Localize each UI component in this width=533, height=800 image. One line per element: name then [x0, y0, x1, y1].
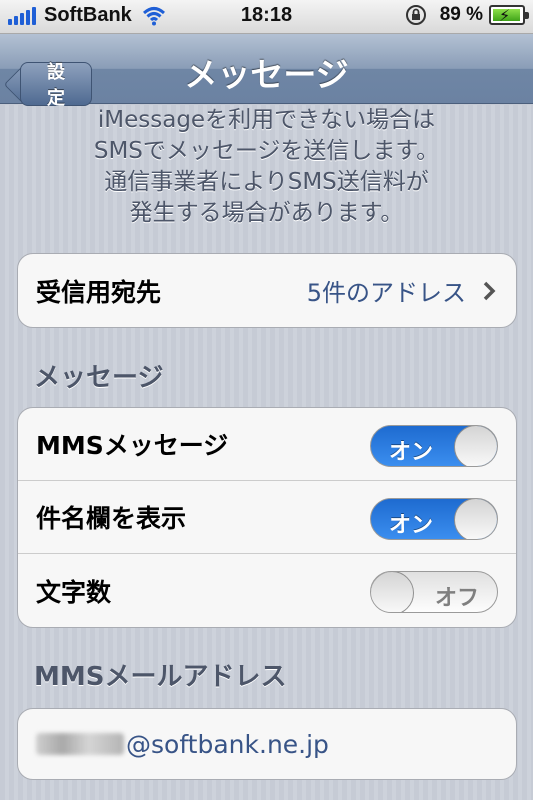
email-domain: @softbank.ne.jp [126, 729, 329, 759]
character-count-label: 文字数 [36, 577, 112, 607]
messages-group: MMSメッセージ オン 件名欄を表示 オン 文字数 オフ [17, 407, 517, 628]
character-count-toggle[interactable]: オフ [370, 571, 498, 613]
note-line: iMessageを利用できない場合は [97, 107, 436, 133]
note-line: 通信事業者によりSMS送信料が [104, 169, 429, 195]
status-bar: SoftBank 18:18 89 % ⚡ [0, 0, 533, 34]
toggle-text: オフ [434, 586, 479, 611]
settings-content[interactable]: iMessageを利用できない場合は SMSでメッセージを送信します。 通信事業… [0, 105, 533, 800]
chevron-right-icon [483, 281, 496, 300]
mms-email-group: @softbank.ne.jp [17, 708, 517, 780]
note-line: 発生する場合があります。 [129, 200, 404, 226]
receive-address-row[interactable]: 受信用宛先 5件のアドレス [18, 254, 516, 327]
mms-messages-label: MMSメッセージ [36, 431, 229, 460]
toggle-knob [454, 426, 497, 466]
toggle-knob [454, 499, 497, 539]
navigation-bar: 設定 メッセージ [0, 34, 533, 109]
mms-email-section-header: MMSメールアドレス [34, 662, 287, 692]
show-subject-row: 件名欄を表示 オン [18, 481, 516, 554]
receive-group: 受信用宛先 5件のアドレス [17, 253, 517, 328]
toggle-text: オン [389, 440, 434, 465]
toggle-text: オン [389, 513, 434, 538]
battery-percent: 89 % [439, 4, 483, 25]
show-subject-toggle[interactable]: オン [370, 498, 498, 540]
messages-section-header: メッセージ [34, 363, 164, 393]
sms-fallback-note: iMessageを利用できない場合は SMSでメッセージを送信します。 通信事業… [30, 105, 503, 229]
redacted-email-user [36, 733, 124, 755]
back-button[interactable]: 設定 [20, 62, 92, 109]
receive-address-label: 受信用宛先 [36, 277, 162, 307]
receive-address-value: 5件のアドレス [306, 279, 466, 307]
mms-email-field[interactable]: @softbank.ne.jp [18, 709, 516, 779]
battery-icon: ⚡ [489, 5, 529, 25]
character-count-row: 文字数 オフ [18, 554, 516, 627]
rotation-lock-icon [405, 5, 426, 25]
mms-messages-toggle[interactable]: オン [370, 425, 498, 467]
mms-messages-row: MMSメッセージ オン [18, 408, 516, 481]
note-line: SMSでメッセージを送信します。 [93, 138, 440, 164]
charging-bolt-icon: ⚡ [499, 6, 511, 25]
toggle-knob [371, 572, 414, 612]
show-subject-label: 件名欄を表示 [36, 504, 187, 533]
